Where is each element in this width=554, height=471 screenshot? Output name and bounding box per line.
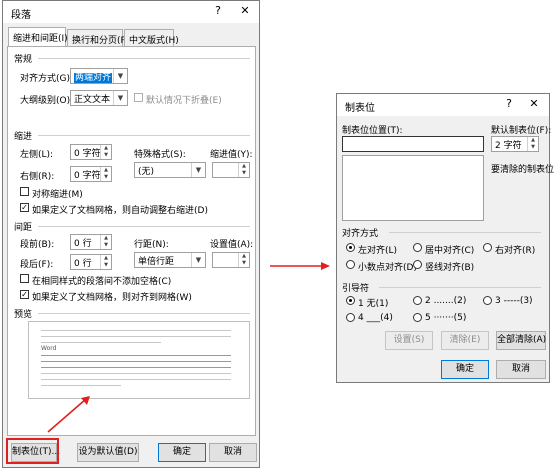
tab-stop-list[interactable] (342, 155, 484, 221)
tab-stops-to-clear-label: 要清除的制表位: (491, 165, 554, 175)
align-left-label: 左对齐(L) (358, 246, 398, 256)
default-tab-stops-label: 默认制表位(F): (491, 126, 552, 136)
leader-middot-label: 5 ·······(5) (425, 313, 467, 323)
default-tab-stops-value: 2 字符 (495, 141, 522, 151)
tabs-dialog: 制表位 ? ✕ 制表位位置(T): 默认制表位(F): 2 字符 ▲ ▼ 要清除的… (336, 93, 554, 383)
align-center-label: 居中对齐(C) (425, 246, 475, 256)
tab-stop-position-label: 制表位位置(T): (342, 126, 403, 136)
set-button[interactable]: 设置(S) (385, 331, 433, 350)
alignment-heading: 对齐方式 (342, 229, 379, 239)
tab-stop-position-input[interactable] (342, 136, 484, 152)
clear-button[interactable]: 清除(E) (441, 331, 489, 350)
divider (389, 232, 541, 233)
spin-arrows-icon[interactable]: ▲ ▼ (527, 137, 538, 151)
align-right-label: 右对齐(R) (495, 246, 536, 256)
leader-none-radio[interactable] (346, 296, 355, 305)
tabs-cancel-button[interactable]: 取消 (496, 360, 546, 379)
align-decimal-label: 小数点对齐(D) (358, 263, 417, 273)
leader-heading: 引导符 (342, 284, 370, 294)
align-decimal-radio[interactable] (346, 260, 355, 269)
tabs-dialog-title: 制表位 (345, 103, 375, 114)
leader-dashes-label: 3 -----(3) (495, 296, 533, 306)
align-center-radio[interactable] (413, 243, 422, 252)
leader-underline-label: 4 ___(4) (358, 313, 393, 323)
align-bar-label: 竖线对齐(B) (425, 263, 475, 273)
tabs-title-bar: 制表位 ? ✕ (337, 94, 549, 116)
arrowhead-right (321, 262, 330, 270)
align-bar-radio[interactable] (413, 260, 422, 269)
leader-middot-radio[interactable] (413, 313, 422, 322)
leader-none-label: 1 无(1) (358, 299, 389, 309)
default-tab-stops-spinner[interactable]: 2 字符 ▲ ▼ (491, 136, 539, 152)
leader-dashes-radio[interactable] (483, 296, 492, 305)
leader-dots-label: 2 .......(2) (425, 296, 467, 306)
leader-dots-radio[interactable] (413, 296, 422, 305)
arrowhead-up (81, 396, 90, 405)
help-icon[interactable]: ? (502, 97, 516, 111)
tabs-ok-button[interactable]: 确定 (441, 360, 489, 379)
align-right-radio[interactable] (483, 243, 492, 252)
clear-all-button[interactable]: 全部清除(A) (496, 331, 546, 350)
leader-underline-radio[interactable] (346, 313, 355, 322)
divider (379, 287, 541, 288)
close-icon[interactable]: ✕ (527, 97, 541, 111)
align-left-radio[interactable] (346, 243, 355, 252)
arrow-line-up (47, 398, 87, 433)
